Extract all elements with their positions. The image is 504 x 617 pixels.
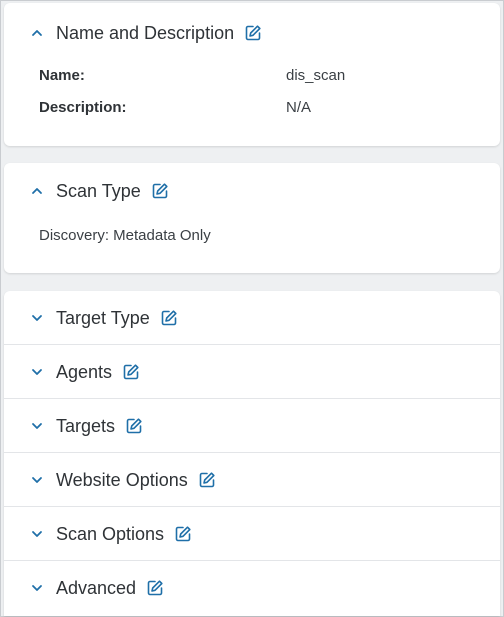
- chevron-up-icon[interactable]: [30, 184, 44, 198]
- section-title: Website Options: [56, 469, 188, 490]
- section-targets[interactable]: Targets: [4, 399, 500, 453]
- chevron-down-icon[interactable]: [30, 311, 44, 325]
- chevron-down-icon[interactable]: [30, 419, 44, 433]
- name-description-header[interactable]: Name and Description: [4, 18, 262, 48]
- section-agents[interactable]: Agents: [4, 345, 500, 399]
- name-value: dis_scan: [286, 67, 346, 84]
- edit-icon[interactable]: [146, 579, 164, 597]
- name-description-title: Name and Description: [56, 22, 235, 43]
- section-website-options[interactable]: Website Options: [4, 453, 500, 507]
- edit-icon[interactable]: [244, 24, 262, 42]
- section-title: Scan Options: [56, 523, 165, 544]
- chevron-down-icon[interactable]: [30, 365, 44, 379]
- scan-type-title: Scan Type: [56, 180, 141, 201]
- edit-icon[interactable]: [174, 525, 192, 543]
- edit-icon[interactable]: [198, 471, 216, 489]
- section-title: Targets: [56, 415, 116, 436]
- scan-type-header[interactable]: Scan Type: [4, 176, 169, 206]
- chevron-up-icon[interactable]: [30, 26, 44, 40]
- section-target-type[interactable]: Target Type: [4, 291, 500, 345]
- description-field-row: Description:: [39, 99, 127, 116]
- collapsed-sections-card: Target Type Agents Targets Website Optio…: [4, 291, 500, 616]
- name-field-row: Name:: [39, 67, 85, 84]
- chevron-down-icon[interactable]: [30, 527, 44, 541]
- name-label: Name:: [39, 67, 85, 84]
- scan-summary-panel: Name and Description Name: dis_scan Desc…: [0, 0, 504, 617]
- description-value: N/A: [286, 99, 312, 116]
- edit-icon[interactable]: [160, 309, 178, 327]
- section-scan-options[interactable]: Scan Options: [4, 507, 500, 561]
- edit-icon[interactable]: [151, 182, 169, 200]
- name-description-card: Name and Description Name: dis_scan Desc…: [4, 3, 500, 146]
- section-title: Agents: [56, 361, 113, 382]
- chevron-down-icon[interactable]: [30, 581, 44, 595]
- scan-type-value: Discovery: Metadata Only: [39, 227, 211, 244]
- section-title: Target Type: [56, 307, 150, 328]
- section-advanced[interactable]: Advanced: [4, 561, 500, 615]
- section-title: Advanced: [56, 577, 137, 598]
- scan-type-card: Scan Type Discovery: Metadata Only: [4, 163, 500, 273]
- description-label: Description:: [39, 99, 127, 116]
- chevron-down-icon[interactable]: [30, 473, 44, 487]
- edit-icon[interactable]: [122, 363, 140, 381]
- edit-icon[interactable]: [125, 417, 143, 435]
